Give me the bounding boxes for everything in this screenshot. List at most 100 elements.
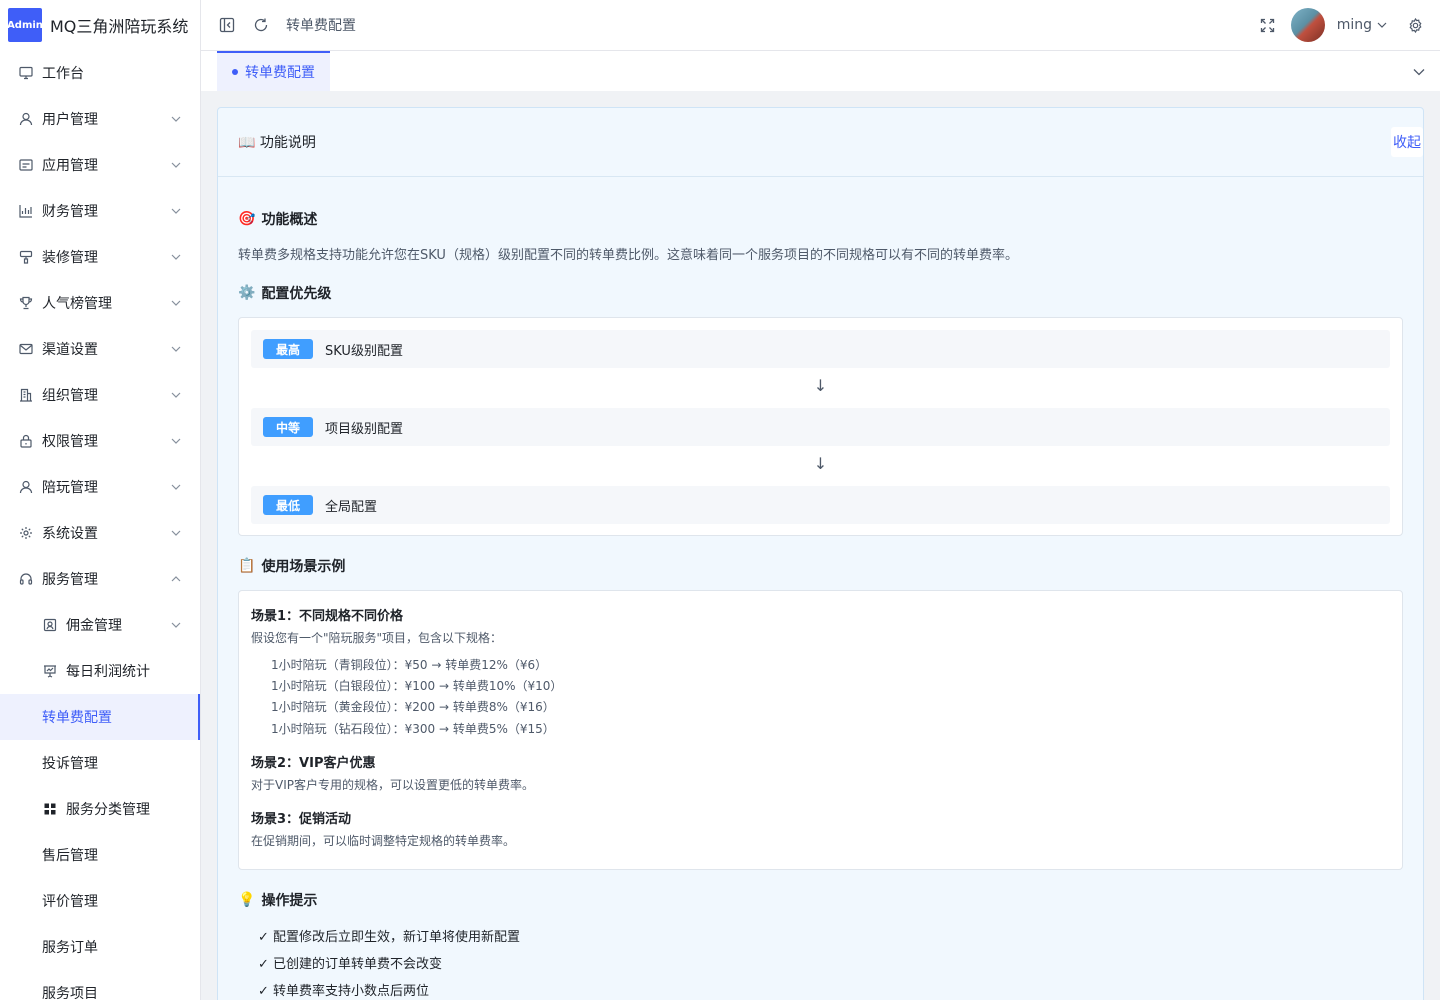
sidebar-item-label: 系统设置 <box>42 526 98 542</box>
scenario-title: 场景2：VIP客户优惠 <box>251 756 376 771</box>
sidebar-item-system-settings[interactable]: 系统设置 <box>0 510 200 556</box>
user-icon <box>18 111 34 127</box>
sidebar-item-permission-management[interactable]: 权限管理 <box>0 418 200 464</box>
scenarios-box: 场景1：不同规格不同价格 假设您有一个"陪玩服务"项目，包含以下规格： 1小时陪… <box>238 590 1403 870</box>
headset-icon <box>18 571 34 587</box>
sidebar-item-decoration-management[interactable]: 装修管理 <box>0 234 200 280</box>
tab-transfer-fee-config[interactable]: 转单费配置 <box>217 51 330 91</box>
scenario-list-item: 1小时陪玩（白银段位）：¥100 → 转单费10%（¥10） <box>271 679 563 693</box>
sidebar-item-workbench[interactable]: 工作台 <box>0 50 200 96</box>
sidebar-collapse-icon[interactable] <box>218 16 236 34</box>
sidebar-item-label: 财务管理 <box>42 204 98 220</box>
sidebar-item-organization-management[interactable]: 组织管理 <box>0 372 200 418</box>
logo-row: Admin MQ三角洲陪玩系统 <box>0 0 200 50</box>
priority-badge: 中等 <box>263 417 313 437</box>
sidebar-item-label: 转单费配置 <box>42 710 112 726</box>
scenario-text: 对于VIP客户专用的规格，可以设置更低的转单费率。 <box>251 778 534 792</box>
card-title: 📖 功能说明 <box>238 132 316 152</box>
sidebar-item-label: 服务分类管理 <box>66 802 150 818</box>
card-header: 📖 功能说明 收起 <box>218 108 1423 177</box>
sidebar-item-app-management[interactable]: 应用管理 <box>0 142 200 188</box>
sidebar-item-label: 组织管理 <box>42 388 98 404</box>
sidebar-item-review-management[interactable]: 评价管理 <box>0 878 200 924</box>
app-title: MQ三角洲陪玩系统 <box>50 17 189 36</box>
priority-badge: 最高 <box>263 339 313 359</box>
paint-brush-icon <box>18 249 34 265</box>
fullscreen-icon[interactable] <box>1259 16 1277 34</box>
sidebar-item-label: 应用管理 <box>42 158 98 174</box>
sidebar-item-label: 权限管理 <box>42 434 98 450</box>
trophy-icon <box>18 295 34 311</box>
sidebar-item-label: 佣金管理 <box>66 618 122 634</box>
sidebar-item-label: 服务订单 <box>42 940 98 956</box>
target-icon: 🎯 <box>238 211 256 227</box>
chevron-down-icon[interactable] <box>1412 64 1426 78</box>
tips-title-text: 操作提示 <box>261 893 318 909</box>
priority-label: 项目级别配置 <box>325 421 404 437</box>
sidebar-item-label: 工作台 <box>42 66 84 82</box>
user-name[interactable]: ming <box>1337 17 1372 33</box>
priority-title: ⚙️ 配置优先级 <box>238 283 331 303</box>
overview-text: 转单费多规格支持功能允许您在SKU（规格）级别配置不同的转单费比例。这意味着同一… <box>238 248 1018 263</box>
commission-icon <box>42 617 58 633</box>
refresh-icon[interactable] <box>252 16 270 34</box>
sidebar-item-complaint-management[interactable]: 投诉管理 <box>0 740 200 786</box>
user-icon <box>18 479 34 495</box>
sidebar-item-label: 评价管理 <box>42 894 98 910</box>
sidebar-item-user-management[interactable]: 用户管理 <box>0 96 200 142</box>
mail-icon <box>18 341 34 357</box>
card-title-text: 功能说明 <box>259 135 316 151</box>
grid-icon <box>42 801 58 817</box>
scenario-title: 场景3：促销活动 <box>251 812 352 827</box>
priority-label: SKU级别配置 <box>325 343 403 359</box>
arrow-down-icon: ↓ <box>813 454 828 473</box>
sidebar-item-after-sales-management[interactable]: 售后管理 <box>0 832 200 878</box>
sidebar-item-service-orders[interactable]: 服务订单 <box>0 924 200 970</box>
overview-title-text: 功能概述 <box>261 212 318 228</box>
tip-item: ✓ 配置修改后立即生效，新订单将使用新配置 <box>258 930 521 945</box>
sidebar-item-label: 装修管理 <box>42 250 98 266</box>
sidebar-item-finance-management[interactable]: 财务管理 <box>0 188 200 234</box>
sidebar-item-daily-profit-stats[interactable]: 每日利润统计 <box>0 648 200 694</box>
sidebar-item-service-category-management[interactable]: 服务分类管理 <box>0 786 200 832</box>
chevron-down-icon <box>170 481 182 493</box>
scenarios-title-text: 使用场景示例 <box>261 559 346 575</box>
top-header: 转单费配置 ming <box>201 0 1440 51</box>
sidebar-item-label: 服务管理 <box>42 572 98 588</box>
sidebar-item-label: 陪玩管理 <box>42 480 98 496</box>
priority-box: 最高 SKU级别配置 ↓ 中等 项目级别配置 ↓ 最低 全局配置 <box>238 317 1403 536</box>
lightbulb-icon: 💡 <box>238 892 256 908</box>
sidebar-item-companion-management[interactable]: 陪玩管理 <box>0 464 200 510</box>
gear-icon[interactable] <box>1406 16 1424 34</box>
chevron-down-icon <box>170 297 182 309</box>
overview-title: 🎯 功能概述 <box>238 209 317 229</box>
sidebar-item-service-items[interactable]: 服务项目 <box>0 970 200 1000</box>
tip-item: ✓ 已创建的订单转单费不会改变 <box>258 957 443 972</box>
collapse-link[interactable]: 收起 <box>1391 127 1423 157</box>
breadcrumb: 转单费配置 <box>286 18 356 34</box>
sidebar-item-commission-management[interactable]: 佣金管理 <box>0 602 200 648</box>
tip-item: ✓ 转单费率支持小数点后两位 <box>258 984 430 999</box>
presentation-icon <box>42 663 58 679</box>
sidebar-item-transfer-fee-config[interactable]: 转单费配置 <box>0 694 200 740</box>
chevron-down-icon <box>170 159 182 171</box>
avatar[interactable] <box>1290 8 1325 42</box>
sidebar-item-label: 投诉管理 <box>42 756 98 772</box>
chart-icon <box>18 203 34 219</box>
chevron-down-icon[interactable] <box>1376 16 1388 34</box>
priority-badge: 最低 <box>263 495 313 515</box>
sidebar-item-popularity-ranking[interactable]: 人气榜管理 <box>0 280 200 326</box>
priority-row: 最低 全局配置 <box>251 486 1390 524</box>
gear-icon <box>18 525 34 541</box>
sidebar-item-channel-settings[interactable]: 渠道设置 <box>0 326 200 372</box>
sidebar-item-label: 售后管理 <box>42 848 98 864</box>
scenario-title: 场景1：不同规格不同价格 <box>251 609 404 624</box>
gear-icon: ⚙️ <box>238 285 256 301</box>
sidebar-item-label: 渠道设置 <box>42 342 98 358</box>
scenario-text: 在促销期间，可以临时调整特定规格的转单费率。 <box>251 834 516 848</box>
function-description-card: 📖 功能说明 收起 🎯 功能概述 转单费多规格支持功能允许您在SKU（规格）级别… <box>217 107 1424 1000</box>
sidebar-item-service-management[interactable]: 服务管理 <box>0 556 200 602</box>
sidebar-item-label: 人气榜管理 <box>42 296 112 312</box>
scenario-text: 假设您有一个"陪玩服务"项目，包含以下规格： <box>251 631 503 645</box>
sidebar-item-label: 每日利润统计 <box>66 664 150 680</box>
